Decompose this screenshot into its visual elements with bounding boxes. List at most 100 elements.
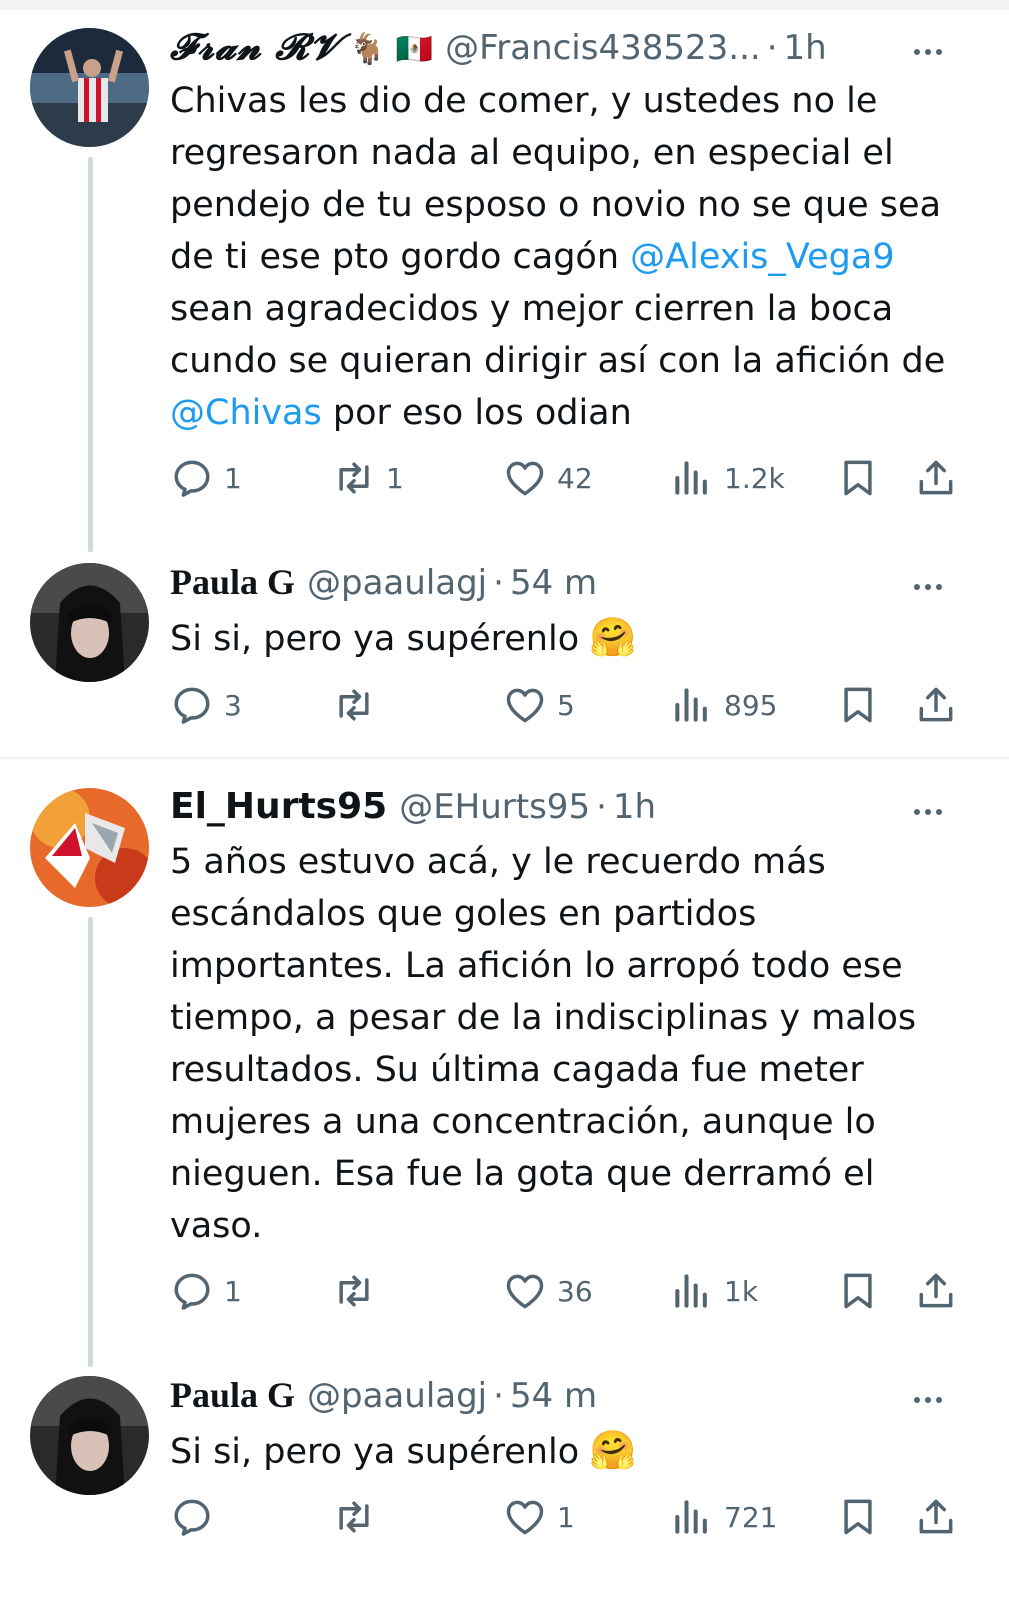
retweet-icon (332, 456, 376, 500)
mention-link[interactable]: @Chivas (170, 393, 322, 433)
retweet-button[interactable] (332, 680, 386, 730)
retweet-icon (332, 683, 376, 727)
more-icon[interactable] (914, 1388, 954, 1408)
tweet-text: Si si, pero ya supérenlo 🤗 (170, 611, 970, 665)
bookmark-button[interactable] (836, 1492, 880, 1542)
handle[interactable]: @paaulagj (307, 558, 487, 608)
tweet-header: 𝓕𝓻𝓪𝓷 𝓡𝓥 🐐 🇲🇽 @Francis438523... · 1h (170, 22, 949, 72)
hugging-emoji: 🤗 (589, 615, 637, 659)
bookmark-icon (836, 683, 880, 727)
views-icon (670, 683, 714, 727)
text-segment: Si si, pero ya supérenlo (170, 619, 580, 659)
top-divider (0, 0, 1009, 10)
mention-link[interactable]: @Alexis_Vega9 (630, 237, 894, 277)
display-name[interactable]: Paula G (170, 1370, 295, 1420)
tweet-header: El_Hurts95 @EHurts95 · 1h (170, 782, 949, 832)
like-count: 5 (557, 688, 575, 722)
views-icon (670, 456, 714, 500)
separator-dot: · (766, 28, 778, 68)
hugging-emoji: 🤗 (589, 1428, 637, 1472)
share-icon (914, 683, 958, 727)
retweet-icon (332, 1269, 376, 1313)
like-button[interactable]: 42 (503, 453, 593, 503)
like-icon (503, 683, 547, 727)
views-count: 895 (724, 688, 778, 722)
tweet-header: Paula G @paaulagj · 54 m (170, 1370, 949, 1420)
separator-dot: · (596, 787, 607, 827)
display-name[interactable]: 𝓕𝓻𝓪𝓷 𝓡𝓥 (170, 22, 341, 72)
tweet-4[interactable]: Paula G @paaulagj · 54 m Si si, pero ya … (0, 1370, 1009, 1580)
reply-count: 3 (224, 688, 242, 722)
tweet-3[interactable]: El_Hurts95 @EHurts95 · 1h 5 años estuvo … (0, 782, 1009, 1367)
tweet-2[interactable]: Paula G @paaulagj · 54 m Si si, pero ya … (0, 557, 1009, 747)
retweet-button[interactable]: 1 (332, 453, 404, 503)
like-icon (503, 456, 547, 500)
bookmark-icon (836, 456, 880, 500)
tweet-1[interactable]: 𝓕𝓻𝓪𝓷 𝓡𝓥 🐐 🇲🇽 @Francis438523... · 1h Chiv… (0, 22, 1009, 552)
action-bar: 1 1 42 1.2k (170, 453, 970, 503)
reply-button[interactable]: 1 (170, 453, 242, 503)
reply-count: 1 (224, 461, 242, 495)
tweet-text: Chivas les dio de comer, y ustedes no le… (170, 75, 970, 439)
avatar[interactable] (30, 1376, 149, 1495)
handle[interactable]: @paaulagj (307, 1371, 487, 1421)
timestamp[interactable]: 54 m (510, 558, 597, 608)
display-name[interactable]: Paula G (170, 557, 295, 607)
retweet-count: 1 (386, 461, 404, 495)
avatar[interactable] (30, 28, 149, 147)
text-segment: por eso los odian (321, 393, 632, 433)
timestamp[interactable]: 54 m (510, 1371, 597, 1421)
retweet-button[interactable] (332, 1492, 386, 1542)
like-count: 36 (557, 1274, 593, 1308)
avatar[interactable] (30, 788, 149, 907)
share-button[interactable] (914, 1492, 958, 1542)
bookmark-button[interactable] (836, 680, 880, 730)
like-count: 42 (557, 461, 593, 495)
tweet-header: Paula G @paaulagj · 54 m (170, 557, 949, 607)
avatar[interactable] (30, 563, 149, 682)
more-icon[interactable] (914, 800, 954, 820)
share-icon (914, 1495, 958, 1539)
reply-button[interactable]: 1 (170, 1266, 242, 1316)
like-icon (503, 1269, 547, 1313)
bookmark-button[interactable] (836, 1266, 880, 1316)
action-bar: 1 36 1k (170, 1266, 970, 1316)
like-button[interactable]: 1 (503, 1492, 575, 1542)
like-button[interactable]: 5 (503, 680, 575, 730)
views-button[interactable]: 895 (670, 680, 777, 730)
action-bar: 3 5 895 (170, 680, 970, 730)
bookmark-button[interactable] (836, 453, 880, 503)
views-button[interactable]: 721 (670, 1492, 777, 1542)
timestamp[interactable]: 1h (784, 23, 827, 73)
reply-icon (170, 1495, 214, 1539)
reply-button[interactable] (170, 1492, 224, 1542)
reply-icon (170, 456, 214, 500)
handle[interactable]: @EHurts95 (399, 782, 590, 832)
bookmark-icon (836, 1269, 880, 1313)
more-icon[interactable] (914, 40, 954, 60)
tweet-text: 5 años estuvo acá, y le recuerdo más esc… (170, 842, 917, 1246)
reply-button[interactable]: 3 (170, 680, 242, 730)
like-button[interactable]: 36 (503, 1266, 593, 1316)
timestamp[interactable]: 1h (613, 782, 656, 832)
share-button[interactable] (914, 680, 958, 730)
share-icon (914, 456, 958, 500)
views-icon (670, 1269, 714, 1313)
views-button[interactable]: 1k (670, 1266, 758, 1316)
share-button[interactable] (914, 453, 958, 503)
views-count: 1k (724, 1274, 759, 1308)
views-button[interactable]: 1.2k (670, 453, 785, 503)
separator-dot: · (493, 1376, 504, 1416)
reply-icon (170, 1269, 214, 1313)
retweet-button[interactable] (332, 1266, 386, 1316)
thread-line (88, 917, 93, 1367)
separator-dot: · (493, 563, 504, 603)
thread-divider (0, 757, 1009, 759)
like-count: 1 (557, 1500, 575, 1534)
thread-line (88, 157, 93, 552)
handle[interactable]: @Francis438523... (445, 23, 761, 73)
share-button[interactable] (914, 1266, 958, 1316)
text-segment: Si si, pero ya supérenlo (170, 1432, 580, 1472)
display-name[interactable]: El_Hurts95 (170, 782, 387, 832)
more-icon[interactable] (914, 575, 954, 595)
